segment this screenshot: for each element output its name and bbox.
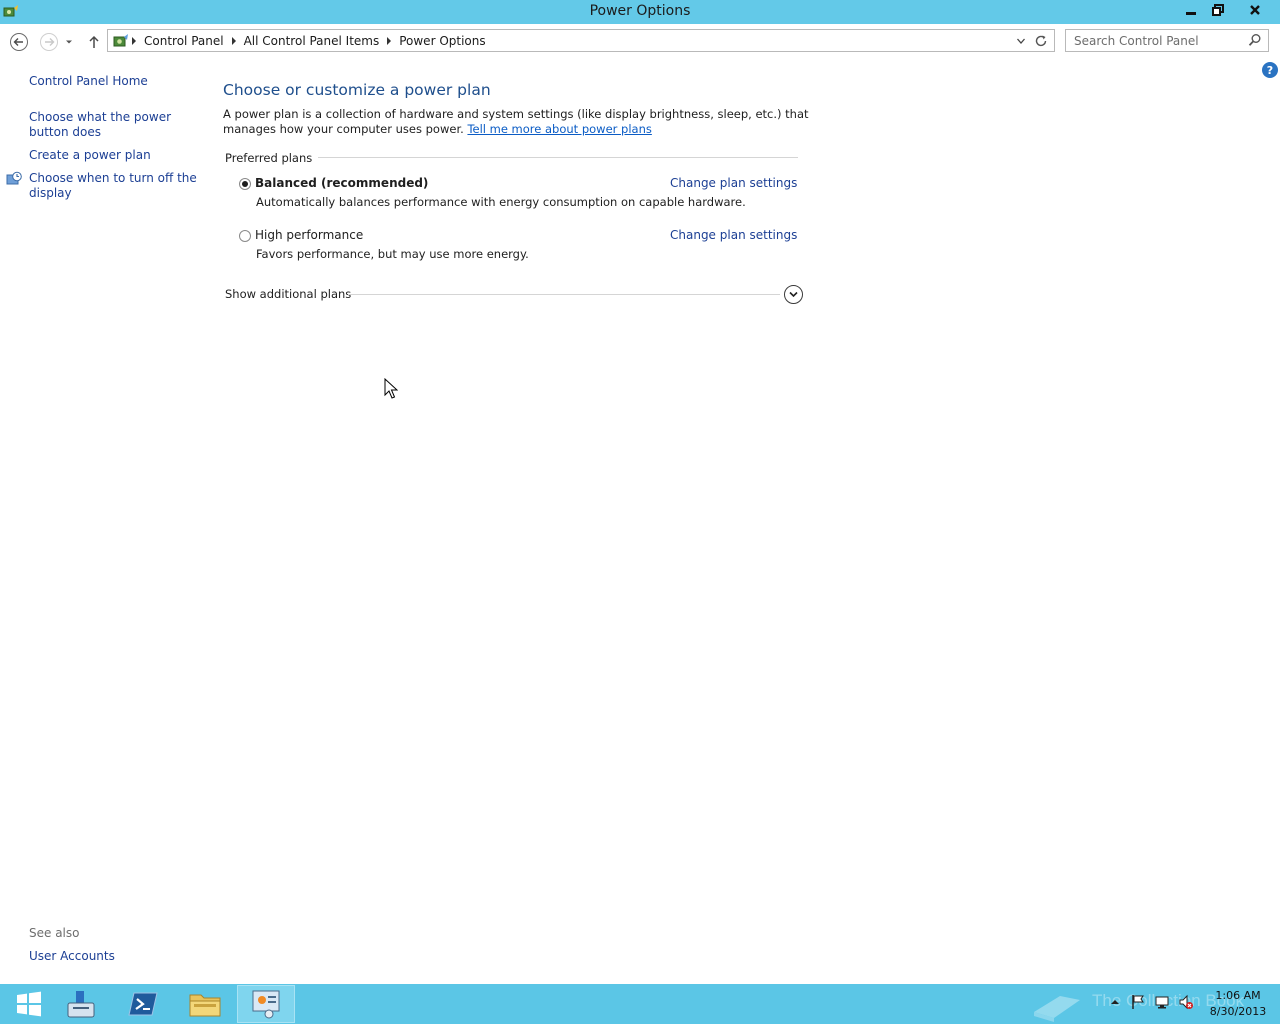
clock-date: 8/30/2013 [1209, 1005, 1267, 1018]
system-clock[interactable]: 1:06 AM 8/30/2013 [1204, 988, 1272, 1020]
up-button[interactable] [85, 32, 103, 52]
back-arrow-icon [10, 33, 28, 51]
server-manager-button[interactable] [52, 985, 110, 1023]
high-performance-plan-radio[interactable] [239, 230, 251, 242]
help-icon[interactable]: ? [1262, 62, 1278, 78]
powershell-icon [128, 992, 158, 1016]
expand-additional-plans-button[interactable] [784, 285, 803, 304]
sidebar-item-turn-off-display[interactable]: Choose when to turn off the display [29, 171, 201, 201]
control-panel-icon [252, 990, 280, 1019]
refresh-button[interactable] [1033, 33, 1049, 49]
navigation-bar: Control Panel All Control Panel Items Po… [0, 24, 1280, 58]
minimize-icon [1185, 12, 1196, 15]
breadcrumb-separator[interactable] [132, 37, 136, 45]
high-performance-plan-name[interactable]: High performance [255, 228, 363, 242]
control-panel-taskbar-button[interactable] [237, 985, 295, 1023]
user-accounts-link[interactable]: User Accounts [29, 949, 115, 964]
breadcrumb-control-panel[interactable]: Control Panel [138, 34, 230, 48]
file-explorer-button[interactable] [176, 985, 234, 1023]
forward-button[interactable] [39, 32, 59, 52]
clock-time: 1:06 AM [1215, 989, 1261, 1002]
high-performance-plan-description: Favors performance, but may use more ene… [256, 247, 529, 261]
restore-icon [1212, 4, 1224, 16]
chevron-up-icon [1111, 1000, 1119, 1004]
file-explorer-icon [189, 994, 221, 1017]
sidebar-item-create-plan[interactable]: Create a power plan [29, 148, 151, 163]
title-bar: Power Options [0, 0, 1280, 24]
breadcrumb-power-options[interactable]: Power Options [393, 34, 491, 48]
window-title: Power Options [589, 3, 691, 19]
up-arrow-icon [89, 35, 99, 48]
forward-arrow-icon [40, 33, 58, 51]
see-also-label: See also [29, 926, 80, 940]
content-area: ? Control Panel Home Choose what the pow… [0, 58, 1280, 984]
start-icon [17, 991, 41, 1017]
mouse-cursor-icon [384, 378, 398, 399]
flag-icon [1132, 995, 1144, 1009]
network-icon [1155, 996, 1169, 1009]
show-hidden-icons-button[interactable] [1107, 994, 1123, 1010]
server-manager-icon [67, 991, 95, 1018]
address-history-button[interactable] [1014, 34, 1028, 48]
speaker-muted-icon [1179, 994, 1193, 1010]
high-performance-change-settings-link[interactable]: Change plan settings [670, 228, 797, 242]
show-additional-plans-label[interactable]: Show additional plans [225, 287, 351, 301]
breadcrumb-all-items[interactable]: All Control Panel Items [238, 34, 386, 48]
control-panel-icon [113, 34, 128, 47]
restore-button[interactable] [1205, 0, 1231, 20]
breadcrumb-separator[interactable] [387, 37, 392, 45]
minimize-button[interactable] [1177, 0, 1204, 20]
intro-text: A power plan is a collection of hardware… [223, 107, 823, 137]
close-button[interactable] [1232, 0, 1277, 20]
network-icon[interactable] [1154, 994, 1170, 1010]
powershell-button[interactable] [114, 985, 172, 1023]
control-panel-home-link[interactable]: Control Panel Home [29, 74, 148, 89]
search-icon[interactable] [1248, 33, 1262, 47]
balanced-plan-name[interactable]: Balanced (recommended) [255, 176, 428, 190]
balanced-plan-description: Automatically balances performance with … [256, 195, 746, 209]
preferred-plans-label: Preferred plans [225, 151, 319, 165]
balanced-plan-radio[interactable] [239, 178, 251, 190]
address-bar[interactable]: Control Panel All Control Panel Items Po… [107, 29, 1055, 52]
breadcrumb: Control Panel All Control Panel Items Po… [112, 33, 492, 49]
volume-muted-icon[interactable] [1178, 994, 1194, 1010]
balanced-change-settings-link[interactable]: Change plan settings [670, 176, 797, 190]
book-logo-icon [1034, 996, 1080, 1022]
recent-locations-button[interactable] [62, 32, 76, 52]
additional-plans-divider [348, 294, 780, 295]
search-input[interactable] [1066, 30, 1244, 51]
close-icon [1249, 5, 1260, 15]
chevron-down-icon [1017, 38, 1025, 44]
search-box[interactable] [1065, 29, 1269, 52]
chevron-down-icon [789, 291, 798, 298]
page-title: Choose or customize a power plan [223, 81, 491, 99]
sidebar-item-power-button[interactable]: Choose what the power button does [29, 110, 201, 140]
refresh-icon [1035, 35, 1047, 47]
start-button[interactable] [0, 985, 58, 1023]
chevron-down-icon [66, 40, 72, 44]
display-clock-icon [6, 171, 22, 185]
back-button[interactable] [9, 32, 29, 52]
action-center-icon[interactable] [1130, 994, 1146, 1010]
breadcrumb-separator[interactable] [231, 37, 236, 45]
taskbar: The Collection Book 1:06 AM 8/30/2013 [0, 984, 1280, 1024]
learn-more-link[interactable]: Tell me more about power plans [467, 122, 651, 136]
